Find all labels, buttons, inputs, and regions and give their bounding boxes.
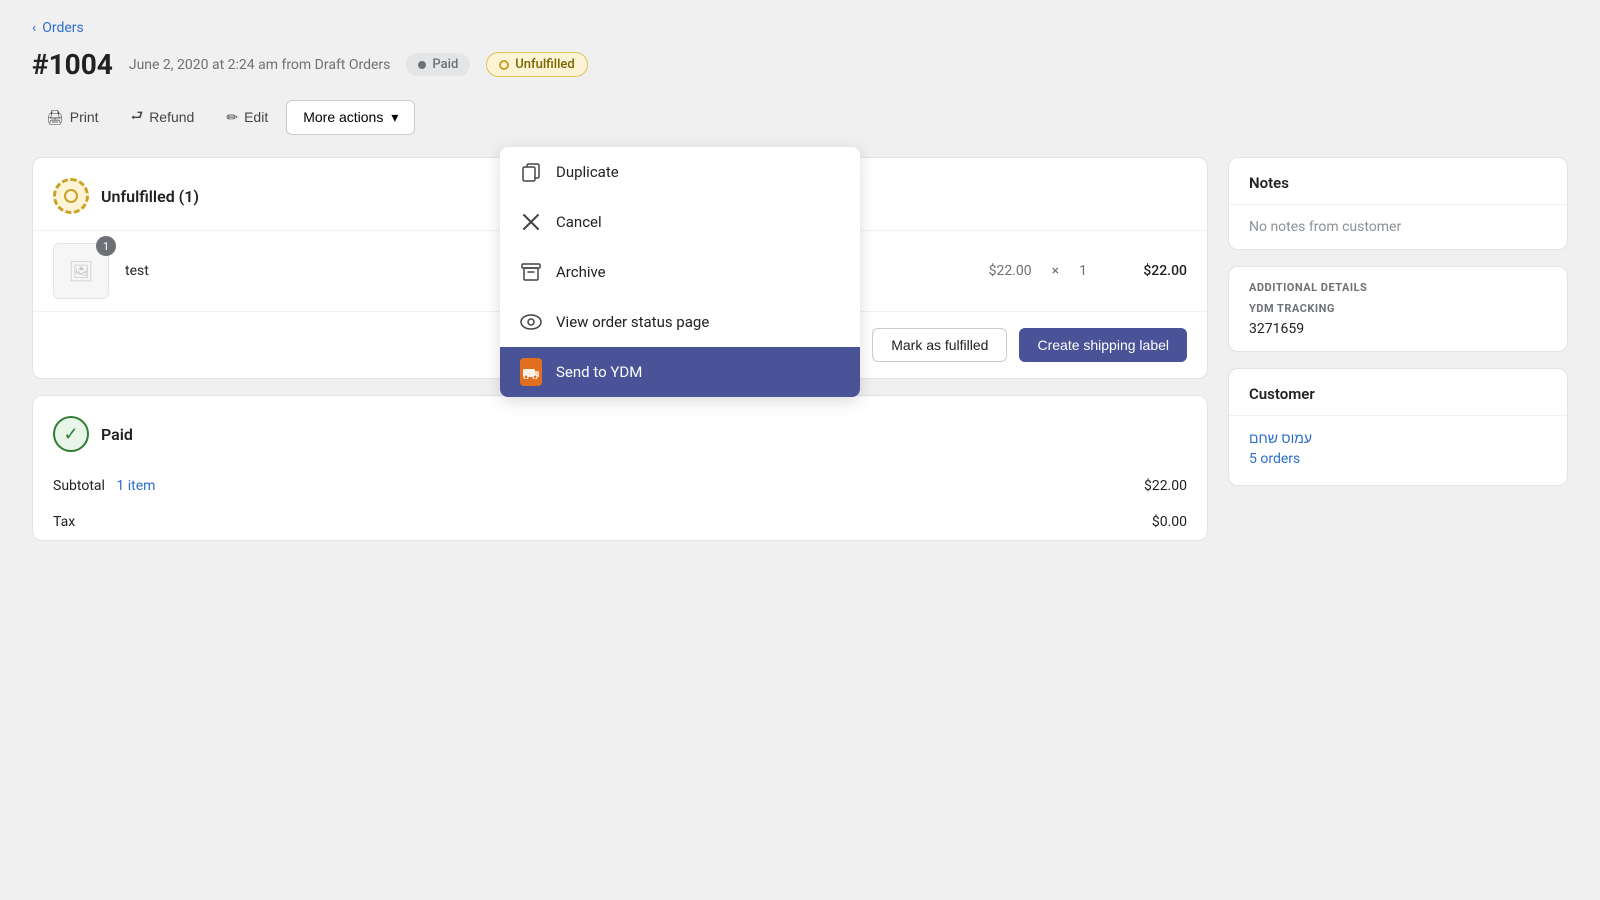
notes-card: Notes No notes from customer bbox=[1228, 157, 1568, 250]
order-meta: June 2, 2020 at 2:24 am from Draft Order… bbox=[129, 57, 391, 73]
tax-value: $0.00 bbox=[1152, 514, 1187, 530]
customer-card: Customer עמוס שחם 5 orders bbox=[1228, 368, 1568, 486]
dropdown-item-cancel[interactable]: Cancel bbox=[500, 197, 860, 247]
paid-card: ✓ Paid Subtotal 1 item $22.00 Tax $0.00 bbox=[32, 395, 1208, 541]
dropdown-item-duplicate[interactable]: Duplicate bbox=[500, 147, 860, 197]
order-header: #1004 June 2, 2020 at 2:24 am from Draft… bbox=[32, 48, 1568, 81]
additional-card: ADDITIONAL DETAILS YDM Tracking 3271659 bbox=[1228, 266, 1568, 352]
paid-badge-dot bbox=[418, 61, 426, 69]
paid-badge: Paid bbox=[406, 53, 470, 76]
print-button[interactable]: 🖨 Print bbox=[32, 101, 113, 134]
customer-name-link[interactable]: עמוס שחם bbox=[1249, 430, 1547, 447]
chevron-left-icon: ‹ bbox=[32, 20, 36, 36]
eye-icon bbox=[520, 311, 542, 333]
back-link-label: Orders bbox=[42, 20, 84, 36]
create-shipping-label-button[interactable]: Create shipping label bbox=[1019, 328, 1187, 362]
notes-title: Notes bbox=[1229, 158, 1567, 205]
product-qty-price: $22.00 × 1 $22.00 bbox=[989, 263, 1187, 279]
subtotal-label: Subtotal bbox=[53, 478, 105, 494]
more-actions-label: More actions bbox=[303, 109, 383, 125]
customer-title: Customer bbox=[1229, 369, 1567, 416]
toolbar: 🖨 Print ⮐ Refund ✏ Edit More actions ▾ bbox=[32, 97, 1568, 137]
subtotal-row: Subtotal 1 item $22.00 bbox=[33, 468, 1207, 504]
dropdown-item-archive[interactable]: Archive bbox=[500, 247, 860, 297]
ydm-tracking-label: YDM Tracking bbox=[1249, 302, 1547, 315]
product-thumbnail: 🖼 1 bbox=[53, 243, 109, 299]
unfulfilled-status-icon bbox=[53, 178, 89, 214]
product-price-unit: $22.00 bbox=[989, 263, 1032, 279]
archive-label: Archive bbox=[556, 263, 606, 281]
ydm-tracking-value: 3271659 bbox=[1249, 321, 1547, 337]
back-link[interactable]: ‹ Orders bbox=[32, 20, 84, 36]
product-image-icon: 🖼 bbox=[68, 259, 93, 283]
additional-body: ADDITIONAL DETAILS YDM Tracking 3271659 bbox=[1229, 267, 1567, 351]
archive-icon bbox=[520, 261, 542, 283]
tax-row: Tax $0.00 bbox=[33, 504, 1207, 540]
send-ydm-label: Send to YDM bbox=[556, 363, 642, 381]
view-status-label: View order status page bbox=[556, 313, 709, 331]
subtotal-items[interactable]: 1 item bbox=[116, 478, 155, 494]
paid-card-header: ✓ Paid bbox=[33, 396, 1207, 468]
unfulfilled-badge: Unfulfilled bbox=[486, 52, 587, 77]
order-number: #1004 bbox=[32, 48, 113, 81]
more-actions-button[interactable]: More actions ▾ bbox=[286, 100, 415, 135]
duplicate-icon bbox=[520, 161, 542, 183]
unfulfilled-badge-circle bbox=[499, 60, 509, 70]
product-multiply: × bbox=[1052, 263, 1059, 279]
edit-button[interactable]: ✏ Edit bbox=[212, 101, 282, 134]
notes-body: No notes from customer bbox=[1229, 205, 1567, 249]
additional-label: ADDITIONAL DETAILS bbox=[1249, 281, 1547, 294]
customer-body: עמוס שחם 5 orders bbox=[1229, 416, 1567, 485]
mark-as-fulfilled-button[interactable]: Mark as fulfilled bbox=[872, 328, 1007, 362]
tax-label: Tax bbox=[53, 514, 75, 530]
refund-button[interactable]: ⮐ Refund bbox=[117, 97, 209, 137]
cancel-icon bbox=[520, 211, 542, 233]
paid-title: Paid bbox=[101, 425, 133, 444]
dropdown-item-send-ydm[interactable]: Send to YDM bbox=[500, 347, 860, 397]
product-total: $22.00 bbox=[1107, 263, 1187, 279]
customer-orders-link[interactable]: 5 orders bbox=[1249, 451, 1547, 467]
unfulfilled-title: Unfulfilled (1) bbox=[101, 187, 199, 206]
print-icon: 🖨 bbox=[46, 109, 64, 126]
cancel-label: Cancel bbox=[556, 213, 602, 231]
refund-icon: ⮐ bbox=[131, 105, 144, 129]
product-badge: 1 bbox=[96, 236, 116, 256]
chevron-down-icon: ▾ bbox=[391, 109, 398, 126]
edit-icon: ✏ bbox=[226, 109, 238, 126]
paid-status-icon: ✓ bbox=[53, 416, 89, 452]
product-qty: 1 bbox=[1079, 263, 1087, 279]
dropdown-item-view-status[interactable]: View order status page bbox=[500, 297, 860, 347]
ydm-icon bbox=[520, 361, 542, 383]
subtotal-value: $22.00 bbox=[1144, 478, 1187, 494]
more-actions-dropdown: Duplicate Cancel bbox=[500, 147, 860, 397]
duplicate-label: Duplicate bbox=[556, 163, 619, 181]
sidebar-column: Notes No notes from customer ADDITIONAL … bbox=[1228, 157, 1568, 557]
notes-empty-text: No notes from customer bbox=[1249, 219, 1401, 235]
